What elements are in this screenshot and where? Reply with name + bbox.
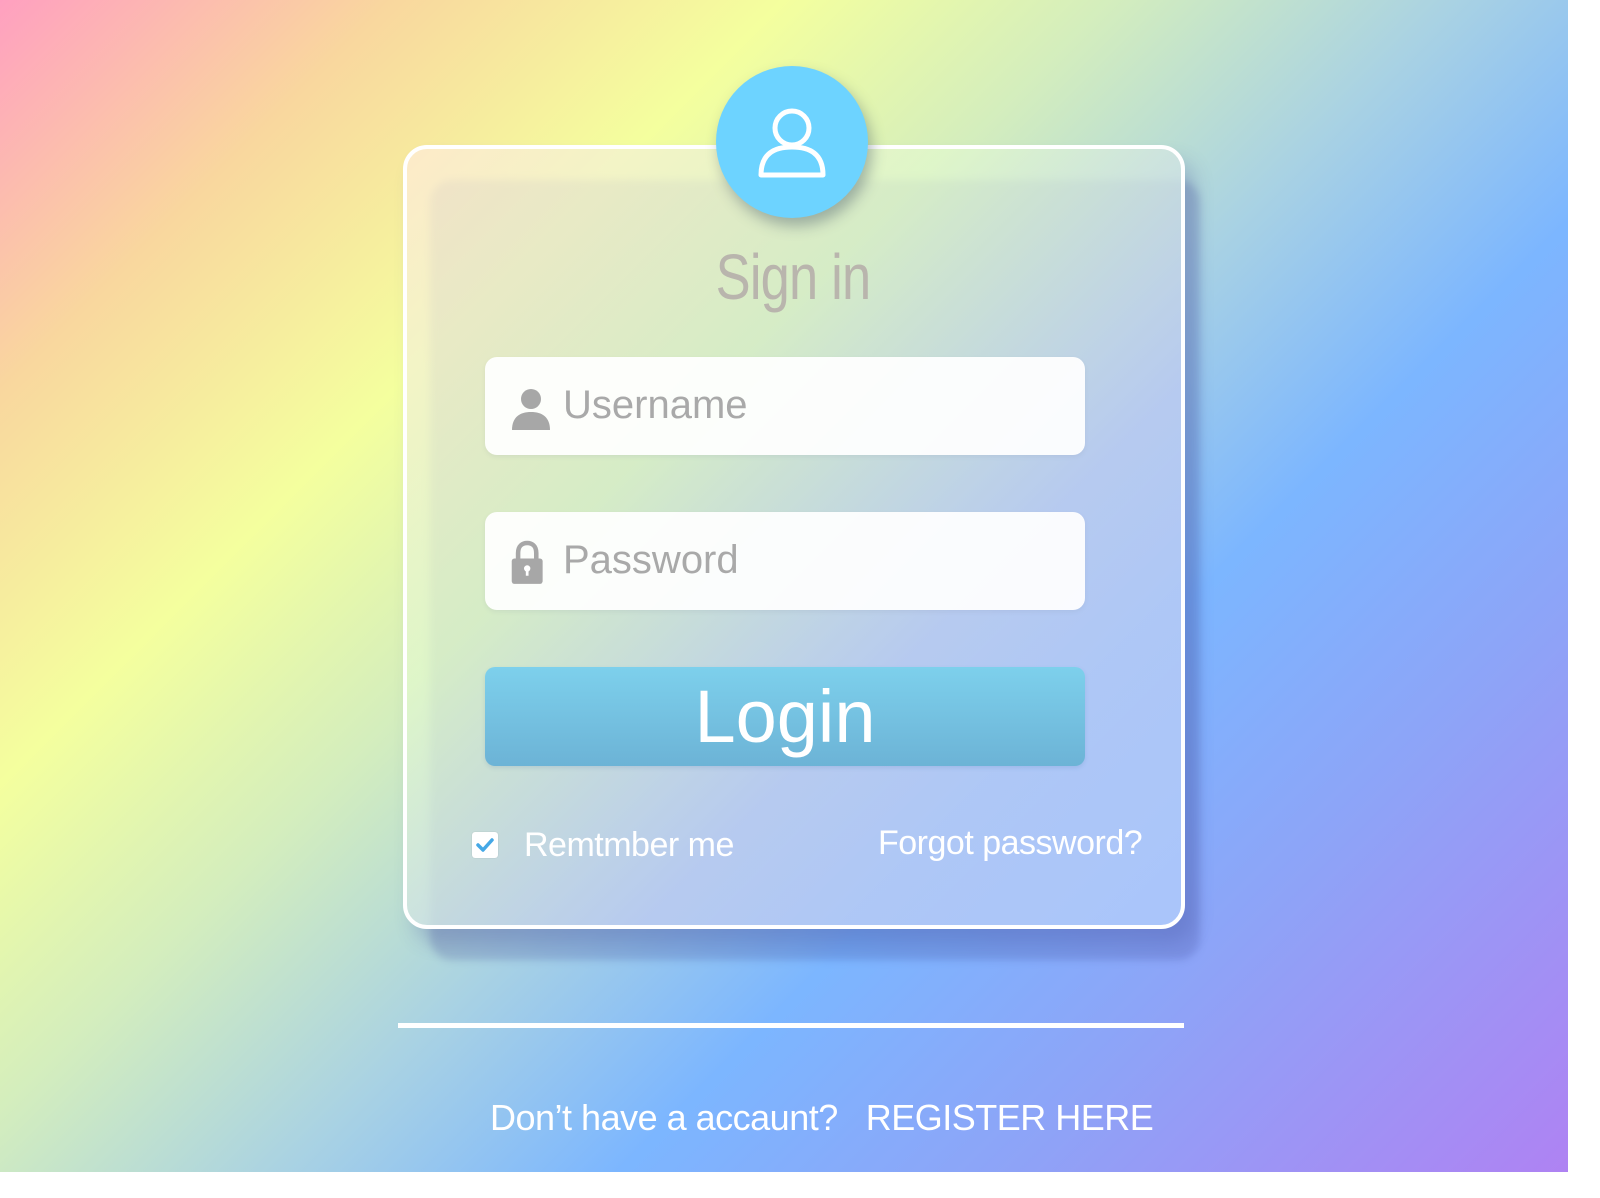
register-link[interactable]: REGISTER HERE: [866, 1097, 1154, 1139]
page-title: Sign in: [715, 241, 872, 313]
register-prompt-text: Don’t have a accaunt?: [490, 1097, 838, 1138]
username-input[interactable]: [563, 371, 1063, 439]
user-icon: [512, 389, 550, 430]
username-field[interactable]: [485, 357, 1085, 455]
bottom-border: [0, 1172, 1600, 1198]
divider: [398, 1023, 1184, 1028]
right-border: [1568, 0, 1600, 1198]
checkmark-icon: [476, 838, 494, 852]
remember-label: Remtmber me: [524, 825, 734, 864]
user-outline-icon: [758, 108, 826, 178]
login-button[interactable]: Login: [485, 667, 1085, 766]
remember-me[interactable]: Remtmber me: [472, 820, 734, 870]
password-field[interactable]: [485, 512, 1085, 610]
lock-icon: [511, 540, 543, 584]
avatar: [716, 66, 868, 218]
register-prompt: Don’t have a accaunt? REGISTER HERE: [490, 1093, 1154, 1143]
password-input[interactable]: [563, 526, 1063, 594]
remember-checkbox[interactable]: [472, 832, 498, 858]
forgot-password-link[interactable]: Forgot password?: [878, 824, 1143, 863]
